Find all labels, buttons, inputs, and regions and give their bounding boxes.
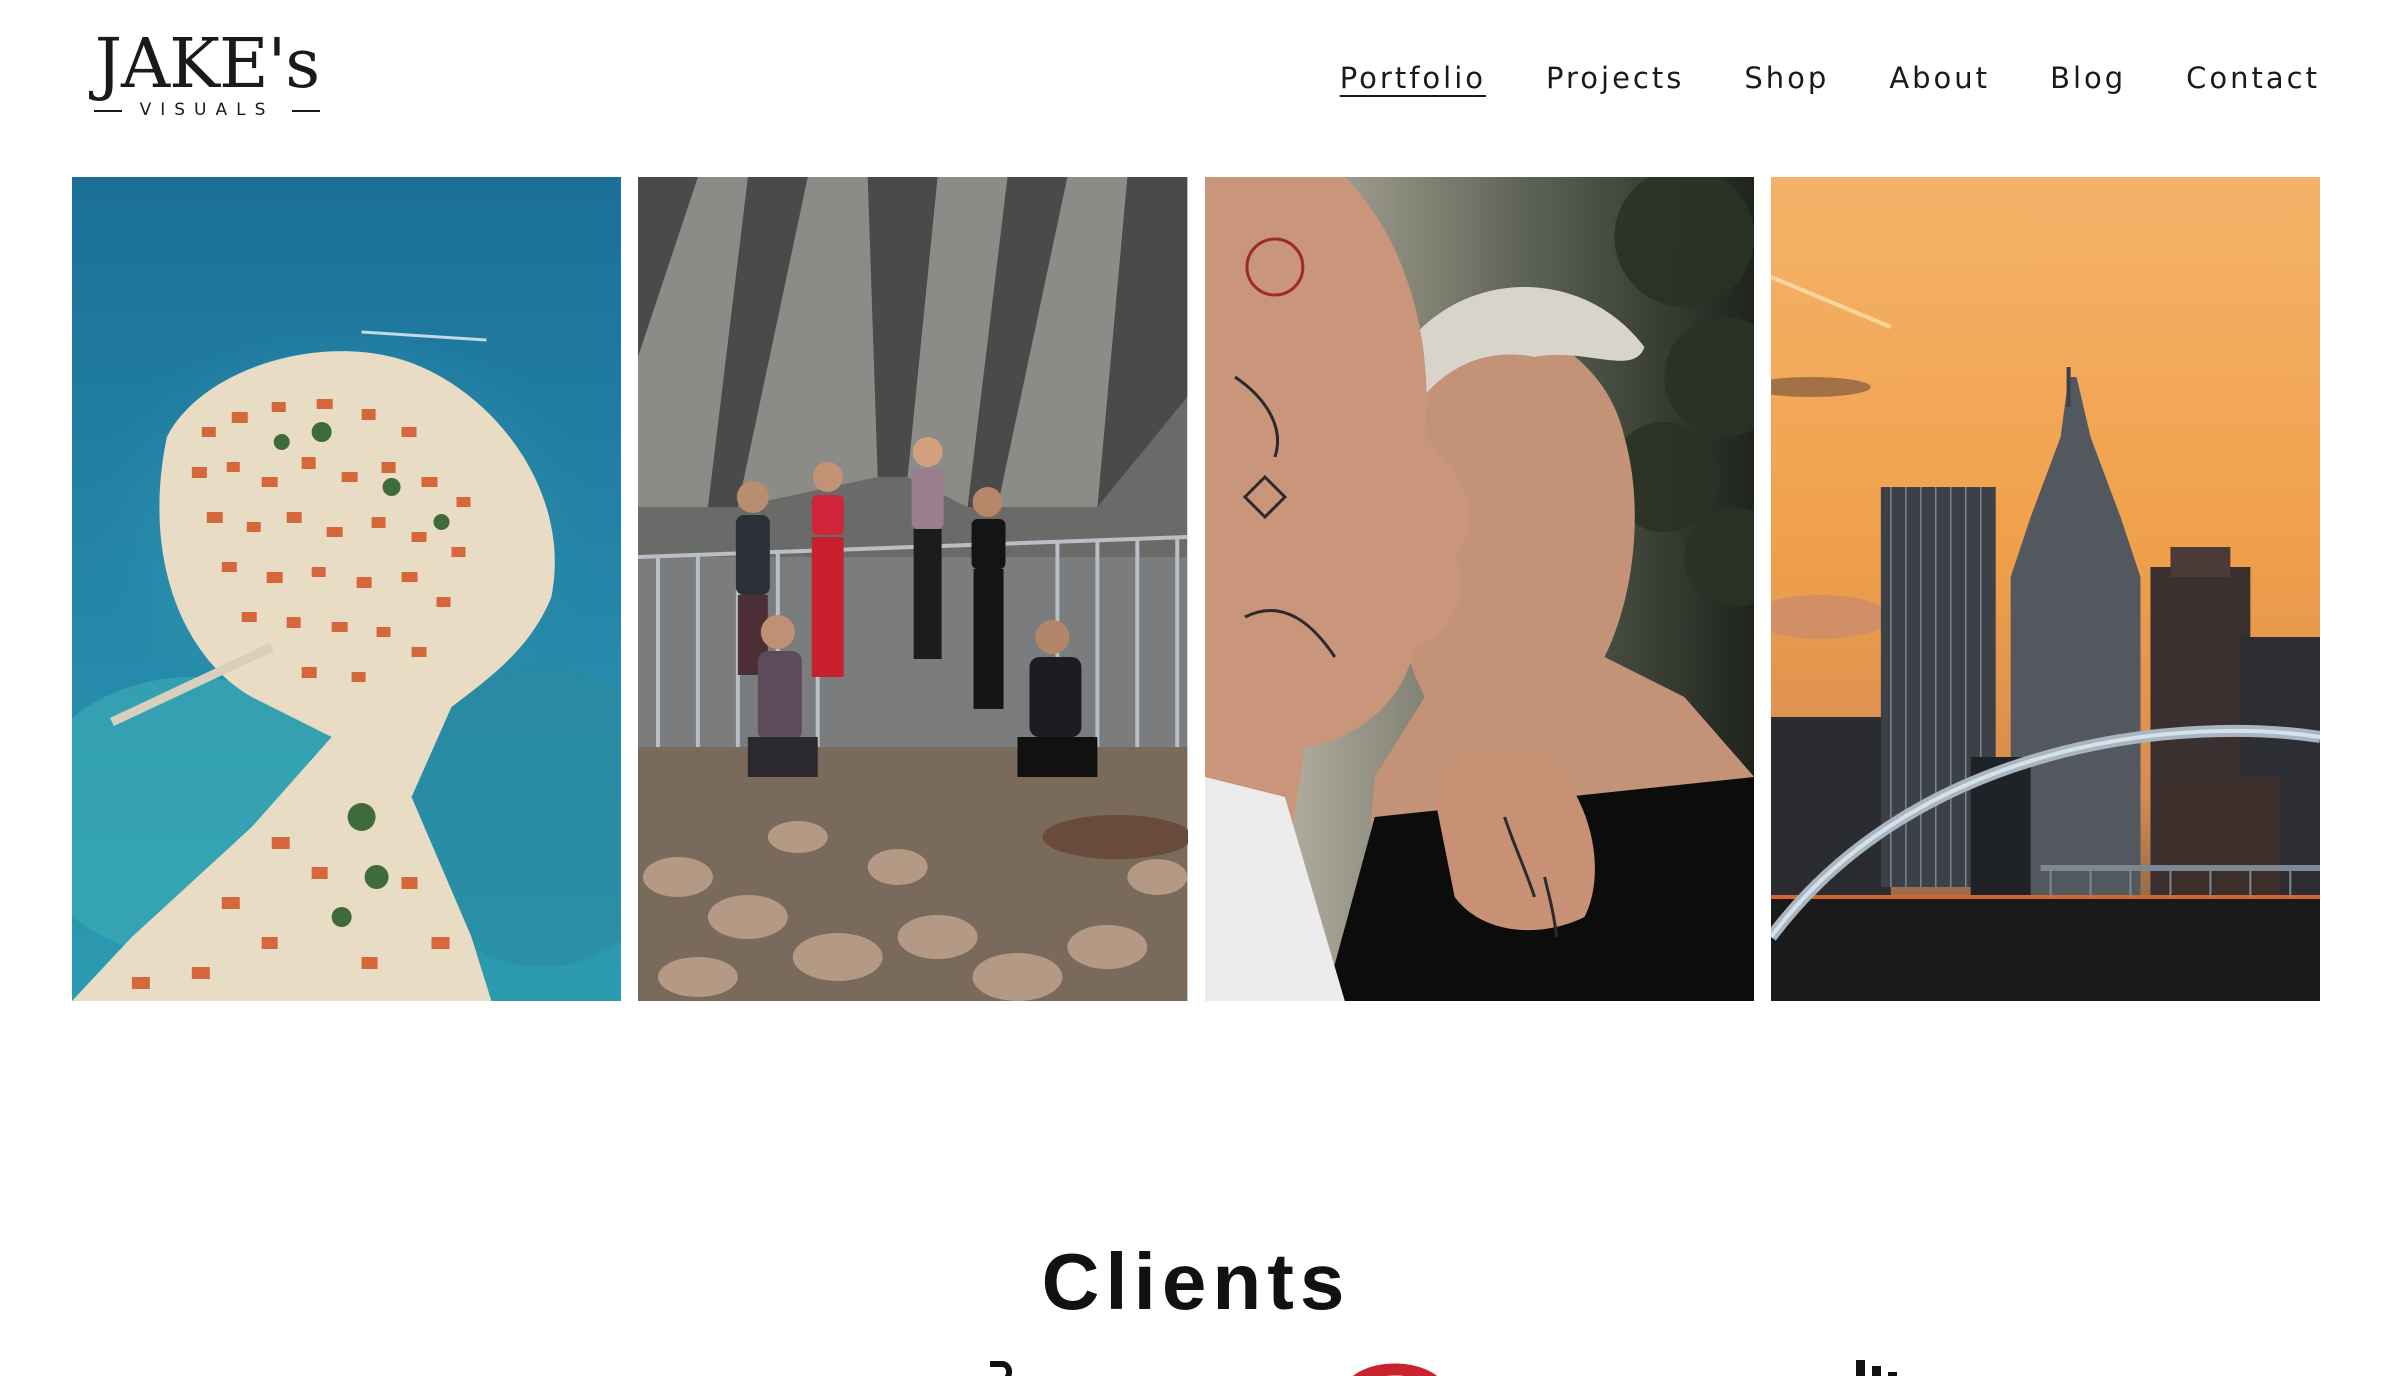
portrait-photo <box>1204 177 1754 1001</box>
gallery-image-portrait[interactable] <box>1204 177 1754 1001</box>
logo-wordmark: JAKE's <box>94 25 320 104</box>
portfolio-gallery <box>72 177 2320 1001</box>
client-logo-3[interactable] <box>1850 1352 1930 1376</box>
nav-projects[interactable]: Projects <box>1546 61 1684 95</box>
skyline-photo <box>1770 177 2320 1001</box>
nav-portfolio[interactable]: Portfolio <box>1340 61 1486 95</box>
logo-subtitle: VISUALS <box>139 100 275 120</box>
clients-heading: Clients <box>1041 1237 1351 1327</box>
client-logos-row <box>0 1352 2392 1376</box>
athletes-photo <box>638 177 1188 1001</box>
client-logo-1[interactable] <box>980 1352 1040 1376</box>
gallery-image-island[interactable] <box>72 177 622 1001</box>
page: JAKE's VISUALS Portfolio Projects Shop A… <box>0 0 2392 1376</box>
nav-blog[interactable]: Blog <box>2050 61 2126 95</box>
client-logo-2[interactable] <box>1340 1352 1450 1376</box>
nav-about[interactable]: About <box>1889 61 1990 95</box>
nav-contact[interactable]: Contact <box>2186 61 2320 95</box>
logo-subtitle-row: VISUALS <box>94 100 320 120</box>
logo-rule-left <box>94 110 122 112</box>
site-logo[interactable]: JAKE's VISUALS <box>94 30 320 122</box>
gallery-image-skyline[interactable] <box>1770 177 2320 1001</box>
gallery-image-athletes[interactable] <box>638 177 1188 1001</box>
nav-shop[interactable]: Shop <box>1744 61 1829 95</box>
logo-rule-right <box>292 110 320 112</box>
main-nav: Portfolio Projects Shop About Blog Conta… <box>1280 58 2320 98</box>
island-photo <box>72 177 622 1001</box>
